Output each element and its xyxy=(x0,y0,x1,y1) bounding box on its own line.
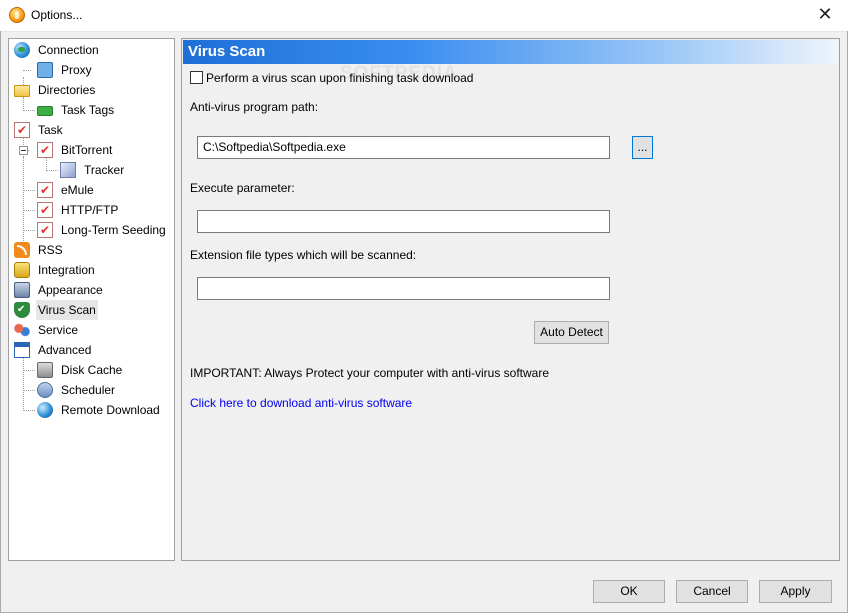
folder-icon xyxy=(14,85,30,97)
tree-item-label: HTTP/FTP xyxy=(61,203,119,217)
task-icon xyxy=(37,180,53,200)
task-icon xyxy=(37,140,53,160)
advanced-icon xyxy=(14,342,30,358)
tree-item-label: Scheduler xyxy=(61,383,116,397)
tree-item-label: Disk Cache xyxy=(61,363,123,377)
tree-line xyxy=(46,170,58,171)
antivirus-path-input[interactable]: C:\Softpedia\Softpedia.exe xyxy=(197,136,610,159)
tree-item-label: eMule xyxy=(61,183,94,197)
tag-icon xyxy=(37,106,53,116)
close-button[interactable]: ✕ xyxy=(802,0,848,31)
download-antivirus-link[interactable]: Click here to download anti-virus softwa… xyxy=(190,396,412,410)
scheduler-icon xyxy=(37,382,53,398)
panel-title: Virus Scan xyxy=(188,43,266,60)
extension-label: Extension file types which will be scann… xyxy=(190,248,417,262)
tree-line xyxy=(23,230,35,231)
cube-icon xyxy=(60,162,76,178)
tree-item-label: BitTorrent xyxy=(61,143,113,157)
tree-line xyxy=(23,370,35,371)
apply-button[interactable]: Apply xyxy=(759,580,832,603)
tree-item-label: Service xyxy=(38,323,79,337)
tree-line xyxy=(23,357,24,411)
shield-icon xyxy=(14,300,30,320)
remote-icon xyxy=(37,402,53,418)
proxy-icon xyxy=(37,62,53,78)
window-title: Options... xyxy=(31,8,83,22)
tree-line xyxy=(23,210,35,211)
virus-scan-checkbox[interactable] xyxy=(190,71,203,84)
tree-item-label: Appearance xyxy=(38,283,103,297)
service-icon xyxy=(14,322,30,338)
tree-item-label: Tracker xyxy=(84,163,125,177)
collapse-toggle[interactable] xyxy=(19,146,28,155)
task-icon xyxy=(37,220,53,240)
panel-header: Virus Scan xyxy=(183,40,838,64)
tree-line xyxy=(23,70,31,71)
tree-line xyxy=(23,97,24,111)
tree-item-label: Virus Scan xyxy=(36,300,98,320)
tree-item-label: Connection xyxy=(38,43,99,57)
cancel-button[interactable]: Cancel xyxy=(676,580,748,603)
globe-icon xyxy=(14,42,30,58)
tree-line xyxy=(23,110,35,111)
tree-item-label: Integration xyxy=(38,263,95,277)
extension-types-input[interactable] xyxy=(197,277,610,300)
param-label: Execute parameter: xyxy=(190,181,295,195)
tree-item-label: RSS xyxy=(38,243,63,257)
important-notice: IMPORTANT: Always Protect your computer … xyxy=(190,366,549,380)
disk-icon xyxy=(37,362,53,378)
tree-item-label: Task Tags xyxy=(61,103,115,117)
tree-item-label: Long-Term Seeding xyxy=(61,223,166,237)
execute-parameter-input[interactable] xyxy=(197,210,610,233)
tree-item-label: Proxy xyxy=(61,63,92,77)
task-icon xyxy=(37,200,53,220)
browse-button[interactable]: ... xyxy=(632,136,653,159)
ok-button[interactable]: OK xyxy=(593,580,665,603)
options-tree[interactable]: Connection Proxy Directories Task Tags T… xyxy=(8,38,175,561)
tree-item-label: Advanced xyxy=(38,343,92,357)
tree-item-label: Directories xyxy=(38,83,96,97)
tree-line xyxy=(23,190,35,191)
rss-icon xyxy=(14,242,30,258)
virus-scan-checkbox-label[interactable]: Perform a virus scan upon finishing task… xyxy=(206,71,473,85)
tree-line xyxy=(23,390,35,391)
app-icon xyxy=(9,7,25,23)
integration-icon xyxy=(14,262,30,278)
path-label: Anti-virus program path: xyxy=(190,100,319,114)
title-bar: Options... ✕ xyxy=(0,0,848,32)
tree-item-label: Remote Download xyxy=(61,403,160,417)
tree-line xyxy=(23,410,35,411)
appearance-icon xyxy=(14,282,30,298)
task-icon xyxy=(14,120,30,140)
tree-item-label: Task xyxy=(38,123,63,137)
auto-detect-button[interactable]: Auto Detect xyxy=(534,321,609,344)
